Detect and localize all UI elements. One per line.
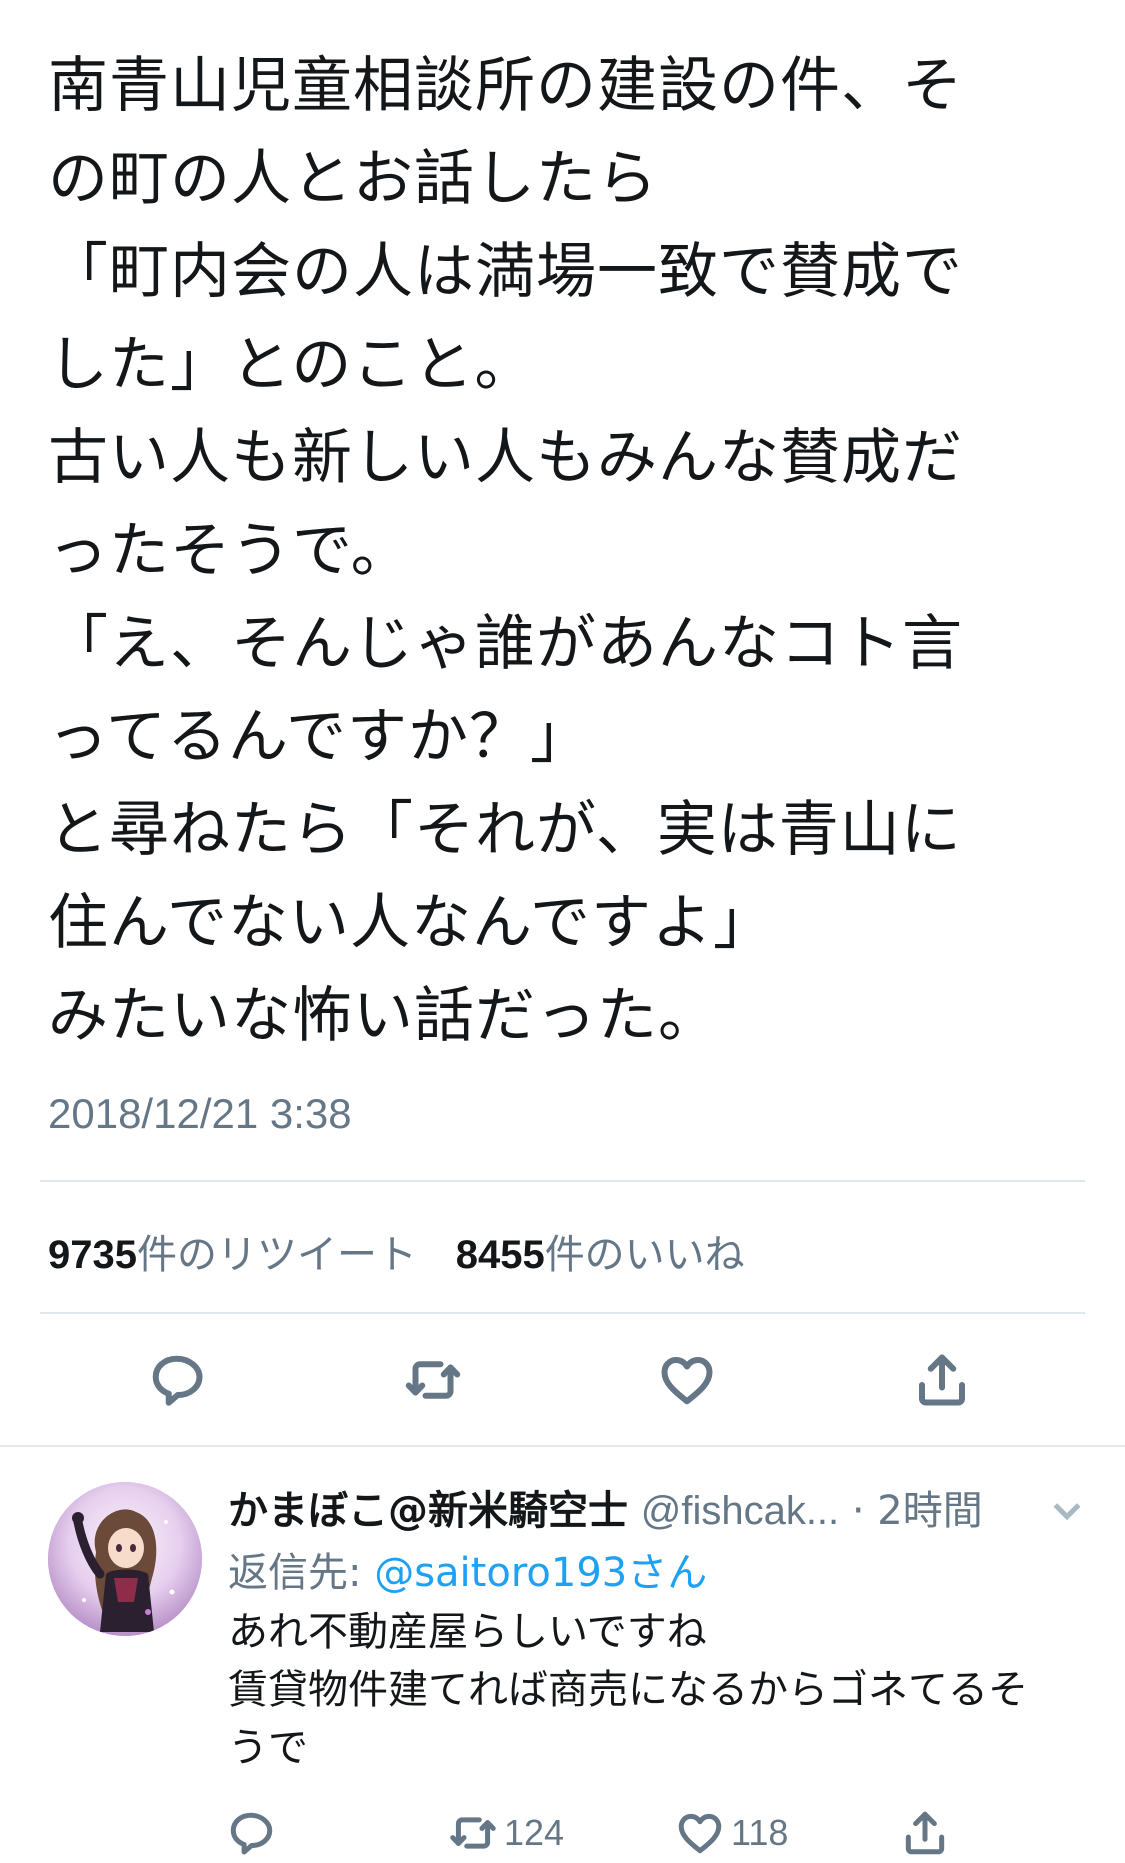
reply-icon xyxy=(230,1812,273,1855)
retweet-count-link[interactable]: 9735件のリツイート xyxy=(48,1222,417,1280)
tweet-text: 南青山児童相談所の建設の件、そ の町の人とお話したら 「町内会の人は満場一致で賛… xyxy=(48,40,1088,1063)
like-count-link[interactable]: 8455件のいいね xyxy=(456,1222,745,1280)
tweet-text-line: 南青山児童相談所の建設の件、そ xyxy=(48,51,963,121)
reply-action-bar: 124 118 xyxy=(0,1803,1125,1863)
like-count: 8455 xyxy=(455,1233,545,1277)
heart-icon xyxy=(661,1357,713,1405)
tweet-text-line: の町の人とお話したら xyxy=(48,144,658,214)
reply-retweet-button[interactable]: 124 xyxy=(448,1803,564,1863)
reply-text-line: あれ不動産屋らしいですね xyxy=(228,1609,707,1655)
tweet-stats: 9735件のリツイート 8455件のいいね xyxy=(48,1222,771,1280)
like-count-label: 件のいいね xyxy=(544,1232,745,1278)
tweet-text-line: と尋ねたら「それが、実は青山に xyxy=(48,795,962,865)
reply-retweet-count: 124 xyxy=(504,1812,565,1853)
share-icon xyxy=(919,1354,965,1406)
reply-to-mention[interactable]: @saitoro193さん xyxy=(374,1550,707,1596)
reply-header: かまぼこ@新米騎空士 @fishcak... · 2時間 xyxy=(228,1478,983,1536)
reply-reply-button[interactable] xyxy=(226,1803,282,1863)
tweet-text-line: ってるんですか？」 xyxy=(48,702,591,772)
reply-to-line: 返信先: @saitoro193さん xyxy=(228,1540,707,1598)
divider xyxy=(40,1312,1085,1314)
tweet-text-line: 「え、そんじゃ誰があんなコト言 xyxy=(48,609,963,679)
reply-display-name[interactable]: かまぼこ@新米騎空士 xyxy=(228,1488,628,1534)
retweet-button[interactable] xyxy=(398,1345,468,1415)
reply-like-count: 118 xyxy=(731,1812,789,1853)
divider xyxy=(0,1445,1125,1447)
reply-button[interactable] xyxy=(142,1345,212,1415)
reply-text: あれ不動産屋らしいですね 賃貸物件建てれば商売になるからゴネてるそ うで xyxy=(228,1603,1088,1777)
like-button[interactable] xyxy=(652,1345,722,1415)
reply-to-prefix: 返信先: xyxy=(228,1550,375,1596)
share-icon xyxy=(905,1811,945,1855)
reply-handle[interactable]: @fishcak... xyxy=(641,1489,839,1533)
avatar[interactable] xyxy=(48,1482,202,1636)
share-button[interactable] xyxy=(907,1345,977,1415)
reply-menu-button[interactable] xyxy=(1047,1490,1087,1530)
retweet-count: 9735 xyxy=(48,1233,137,1277)
retweet-icon xyxy=(450,1817,496,1849)
retweet-icon xyxy=(405,1361,461,1399)
reply-icon xyxy=(152,1355,203,1406)
tweet-action-bar xyxy=(0,1345,1125,1415)
divider xyxy=(40,1180,1085,1182)
reply-like-button[interactable]: 118 xyxy=(675,1803,788,1863)
heart-icon xyxy=(678,1813,722,1854)
reply-share-button[interactable] xyxy=(900,1803,956,1863)
tweet-text-line: ったそうで。 xyxy=(48,516,412,586)
avatar-illustration xyxy=(48,1482,202,1636)
tweet-text-line: 古い人も新しい人もみんな賛成だ xyxy=(48,423,963,493)
retweet-count-label: 件のリツイート xyxy=(136,1232,417,1278)
tweet-text-line: 住んでない人なんですよ」 xyxy=(48,888,774,958)
chevron-down-icon xyxy=(1053,1503,1081,1521)
tweet-text-line: みたいな怖い話だった。 xyxy=(48,981,719,1051)
reply-time: · 2時間 xyxy=(851,1488,983,1534)
tweet-text-line: 「町内会の人は満場一致で賛成で xyxy=(48,237,963,307)
reply-text-line: 賃貸物件建てれば商売になるからゴネてるそ xyxy=(228,1667,1028,1713)
tweet-timestamp: 2018/12/21 3:38 xyxy=(48,1090,352,1137)
reply-text-line: うで xyxy=(228,1725,308,1771)
tweet-text-line: した」とのこと。 xyxy=(48,330,536,400)
